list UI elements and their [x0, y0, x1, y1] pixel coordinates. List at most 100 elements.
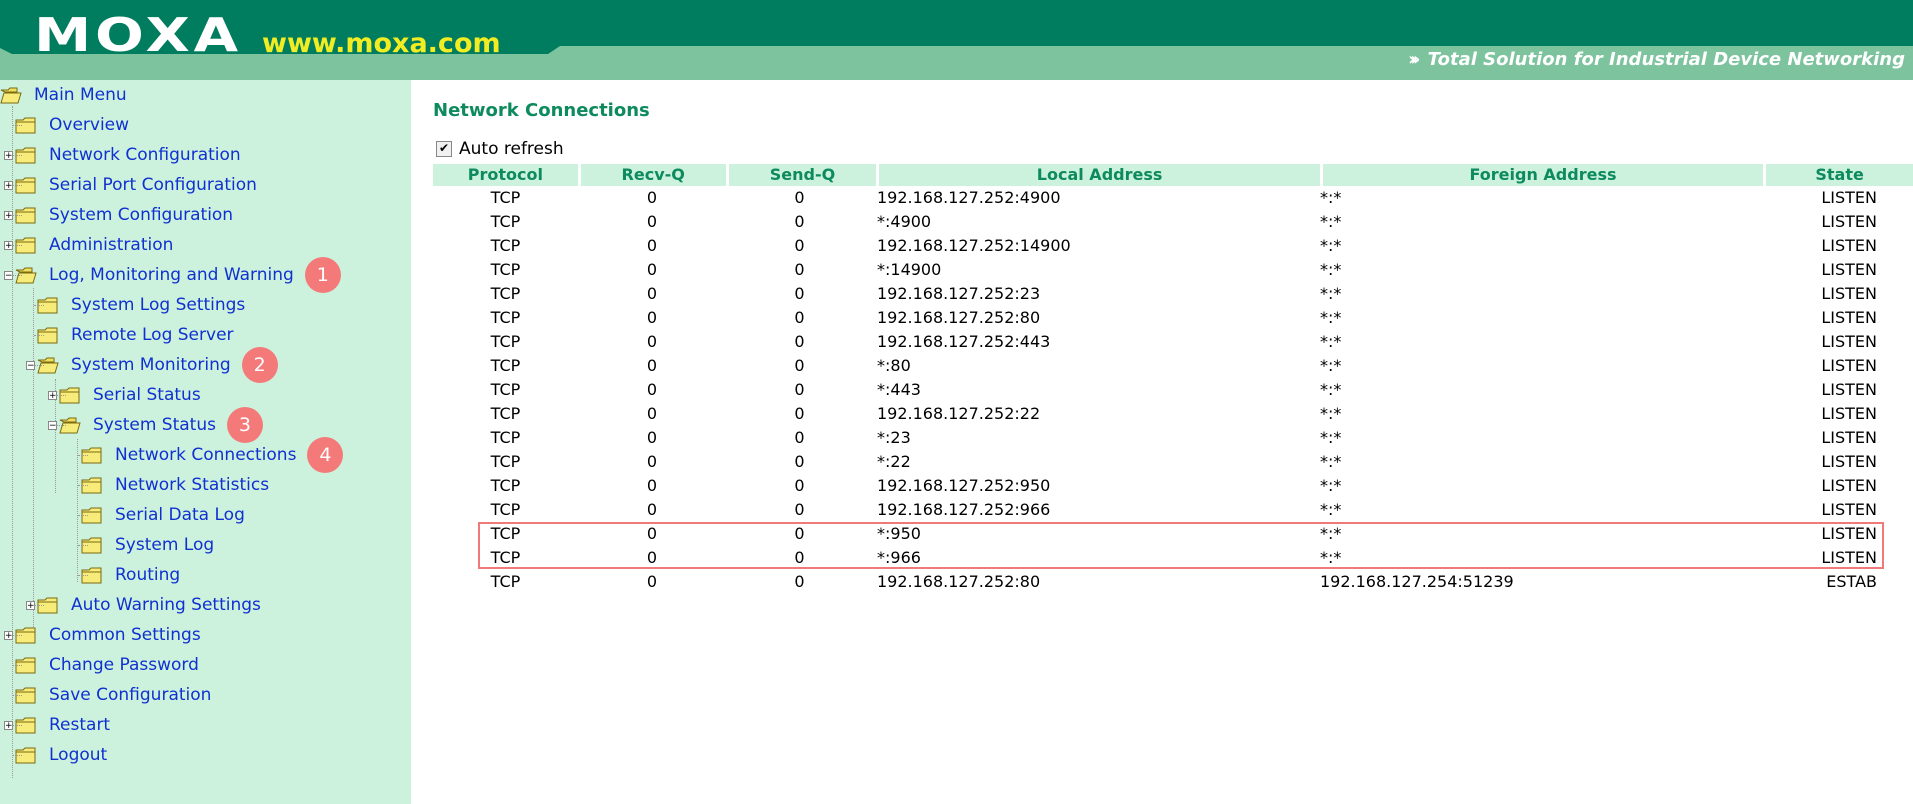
sidebar-item-label[interactable]: System Log Settings	[71, 295, 245, 315]
sidebar-item-label[interactable]: Change Password	[49, 655, 199, 675]
sidebar-item-label[interactable]: Remote Log Server	[71, 325, 234, 345]
folder-open-icon	[0, 87, 22, 104]
sidebar-item[interactable]: + Network Configuration	[4, 142, 241, 168]
sidebar-item-label[interactable]: System Configuration	[49, 205, 233, 225]
tree-line	[34, 365, 44, 366]
sidebar-item-label[interactable]: Save Configuration	[49, 685, 211, 705]
sidebar-item-label[interactable]: Network Configuration	[49, 145, 241, 165]
state-cell: LISTEN	[1821, 380, 1877, 399]
foreign-address-cell: *:*	[1320, 212, 1342, 231]
tree-line	[12, 635, 22, 636]
recv-q-cell: 0	[646, 572, 658, 591]
sidebar-item-label[interactable]: Routing	[115, 565, 180, 585]
sidebar-item[interactable]: + Serial Port Configuration	[4, 172, 257, 198]
recv-q-cell: 0	[646, 332, 658, 351]
send-q-cell: 0	[794, 356, 805, 375]
sidebar-item[interactable]: − Log, Monitoring and Warning 1	[4, 257, 341, 293]
local-address-cell: 192.168.127.252:22	[877, 404, 1041, 423]
state-cell: LISTEN	[1821, 548, 1877, 567]
sidebar-item[interactable]: Overview	[4, 112, 129, 138]
sidebar-item-label[interactable]: Network Connections	[115, 445, 296, 465]
auto-refresh-checkbox[interactable]: ✔	[436, 141, 452, 157]
send-q-cell: 0	[794, 524, 805, 543]
state-cell: LISTEN	[1821, 188, 1877, 207]
tree-line	[78, 485, 88, 486]
sidebar-item[interactable]: Main Menu	[0, 82, 127, 108]
sidebar-item-label[interactable]: System Log	[115, 535, 214, 555]
sidebar-item[interactable]: + Common Settings	[4, 622, 201, 648]
column-header-protocol: Protocol	[433, 164, 578, 186]
table-row: TCP 0 0 192.168.127.252:80 *:* LISTEN	[433, 306, 1913, 330]
sidebar-item[interactable]: + System Configuration	[4, 202, 233, 228]
foreign-address-cell: 192.168.127.254:51239	[1320, 572, 1514, 591]
table-row: TCP 0 0 *:23 *:* LISTEN	[433, 426, 1913, 450]
recv-q-cell: 0	[646, 404, 658, 423]
sidebar-tree: Main Menu Overview + Network Configuration +…	[0, 80, 411, 804]
send-q-cell: 0	[794, 260, 805, 279]
protocol-cell: TCP	[490, 548, 521, 567]
sidebar-item-label[interactable]: Common Settings	[49, 625, 201, 645]
sidebar-item-label[interactable]: Auto Warning Settings	[71, 595, 261, 615]
foreign-address-cell: *:*	[1320, 380, 1342, 399]
foreign-address-cell: *:*	[1320, 236, 1342, 255]
sidebar-item-label[interactable]: System Status	[93, 415, 216, 435]
local-address-cell: 192.168.127.252:950	[877, 476, 1051, 495]
sidebar-item-label[interactable]: Logout	[49, 745, 107, 765]
sidebar-item[interactable]: Save Configuration	[4, 682, 211, 708]
foreign-address-cell: *:*	[1320, 476, 1342, 495]
auto-refresh[interactable]: ✔ Auto refresh	[436, 139, 564, 159]
local-address-cell: *:80	[877, 356, 911, 375]
sidebar-item[interactable]: System Log	[70, 532, 214, 558]
local-address-cell: 192.168.127.252:14900	[877, 236, 1071, 255]
send-q-cell: 0	[794, 236, 805, 255]
sidebar-item-label[interactable]: Overview	[49, 115, 129, 135]
foreign-address-cell: *:*	[1320, 524, 1342, 543]
foreign-address-cell: *:*	[1320, 332, 1342, 351]
sidebar-item[interactable]: + Administration	[4, 232, 173, 258]
local-address-cell: 192.168.127.252:4900	[877, 188, 1061, 207]
sidebar-item-label[interactable]: Restart	[49, 715, 110, 735]
state-cell: LISTEN	[1821, 356, 1877, 375]
moxa-logo: MOXA	[34, 8, 242, 62]
sidebar-item-label[interactable]: Administration	[49, 235, 173, 255]
recv-q-cell: 0	[646, 548, 658, 567]
step-badge: 1	[304, 257, 341, 293]
sidebar-item[interactable]: Network Statistics	[70, 472, 269, 498]
foreign-address-cell: *:*	[1320, 452, 1342, 471]
table-row: TCP 0 0 *:966 *:* LISTEN	[433, 546, 1913, 570]
sidebar-item-label[interactable]: Log, Monitoring and Warning	[49, 265, 294, 285]
protocol-cell: TCP	[490, 572, 521, 591]
foreign-address-cell: *:*	[1320, 404, 1342, 423]
tree-line	[78, 455, 88, 456]
sidebar-item[interactable]: − System Status 3	[48, 407, 263, 443]
local-address-cell: 192.168.127.252:80	[877, 308, 1041, 327]
sidebar-item-label[interactable]: Main Menu	[34, 85, 127, 105]
table-row: TCP 0 0 *:443 *:* LISTEN	[433, 378, 1913, 402]
state-cell: LISTEN	[1821, 212, 1877, 231]
sidebar-item[interactable]: System Log Settings	[26, 292, 245, 318]
table-row: TCP 0 0 *:950 *:* LISTEN	[433, 522, 1913, 546]
protocol-cell: TCP	[490, 260, 521, 279]
sidebar-item-label[interactable]: Serial Status	[93, 385, 201, 405]
sidebar-item[interactable]: Serial Data Log	[70, 502, 245, 528]
tree-line	[12, 755, 22, 756]
tagline: ››› Total Solution for Industrial Device…	[1408, 49, 1905, 70]
table-header-row: Protocol Recv-Q Send-Q Local Address For…	[433, 164, 1913, 186]
sidebar-item-label[interactable]: Serial Port Configuration	[49, 175, 257, 195]
foreign-address-cell: *:*	[1320, 260, 1342, 279]
sidebar-item[interactable]: Remote Log Server	[26, 322, 234, 348]
foreign-address-cell: *:*	[1320, 308, 1342, 327]
sidebar-item-label[interactable]: System Monitoring	[71, 355, 231, 375]
sidebar-item[interactable]: − System Monitoring 2	[26, 347, 278, 383]
sidebar-item[interactable]: Change Password	[4, 652, 199, 678]
sidebar-item[interactable]: + Serial Status	[48, 382, 201, 408]
sidebar-item[interactable]: Network Connections 4	[70, 437, 344, 473]
sidebar-item-label[interactable]: Serial Data Log	[115, 505, 245, 525]
table-row: TCP 0 0 192.168.127.252:966 *:* LISTEN	[433, 498, 1913, 522]
table-row: TCP 0 0 *:80 *:* LISTEN	[433, 354, 1913, 378]
table-row: TCP 0 0 *:4900 *:* LISTEN	[433, 210, 1913, 234]
local-address-cell: *:966	[877, 548, 921, 567]
recv-q-cell: 0	[646, 212, 658, 231]
sidebar-item-label[interactable]: Network Statistics	[115, 475, 269, 495]
sidebar-item[interactable]: + Auto Warning Settings	[26, 592, 261, 618]
